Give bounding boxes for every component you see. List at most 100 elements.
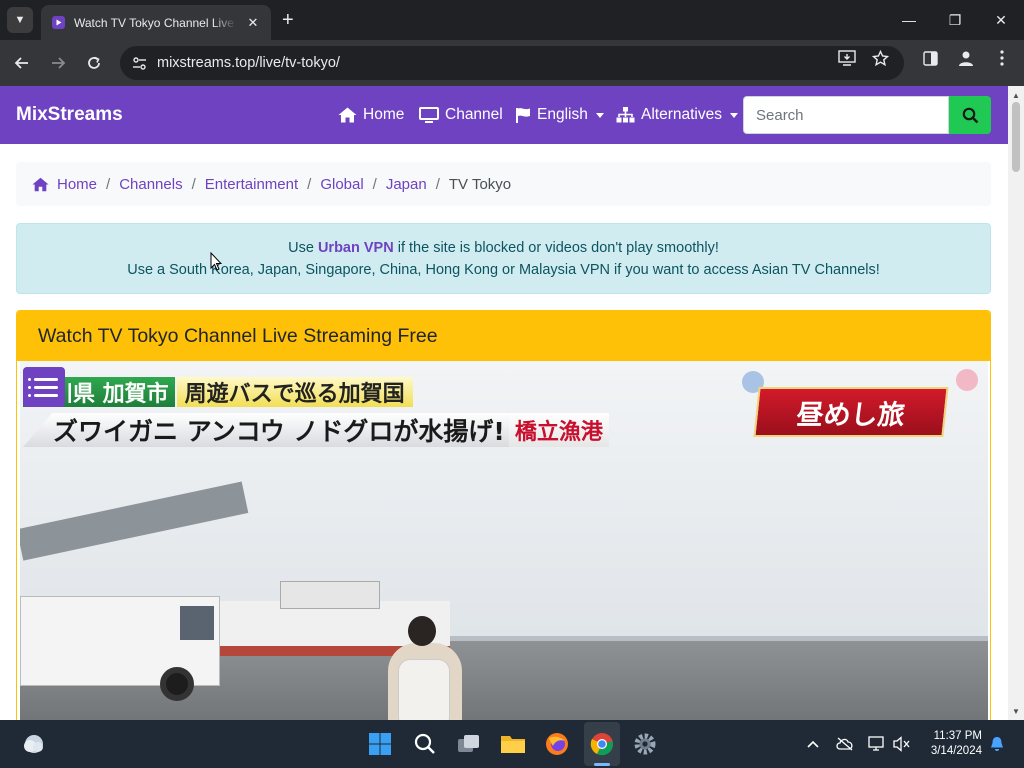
side-panel-icon[interactable] bbox=[921, 49, 939, 67]
hamburger-icon bbox=[28, 393, 58, 397]
video-frame-boat-cabin bbox=[280, 581, 380, 609]
player-card-title: Watch TV Tokyo Channel Live Streaming Fr… bbox=[17, 311, 990, 361]
settings-gear-icon[interactable] bbox=[631, 730, 659, 758]
caption-main: ズワイガニ アンコウ ノドグロが水揚げ! bbox=[23, 413, 509, 447]
video-frame-truck-window bbox=[180, 606, 214, 640]
alert-text: if the site is blocked or videos don't p… bbox=[393, 240, 719, 256]
breadcrumb-separator: / bbox=[435, 175, 440, 193]
windows-taskbar: 11:37 PM 3/14/2024 bbox=[0, 720, 1024, 768]
video-frame-person-head bbox=[408, 616, 436, 646]
file-explorer-icon[interactable] bbox=[499, 730, 527, 758]
nav-language-label: English bbox=[537, 106, 588, 123]
channel-list-menu-button[interactable] bbox=[23, 367, 65, 407]
reload-icon[interactable] bbox=[81, 50, 107, 76]
breadcrumb-separator: / bbox=[191, 175, 196, 193]
breadcrumb-separator: / bbox=[106, 175, 111, 193]
scroll-down-arrow-icon[interactable]: ▼ bbox=[1008, 704, 1024, 718]
flag-icon bbox=[516, 108, 530, 123]
clock-time: 11:37 PM bbox=[933, 730, 982, 742]
network-icon[interactable] bbox=[867, 734, 887, 754]
minimize-button[interactable]: — bbox=[886, 8, 932, 32]
show-logo: 昼めし旅 bbox=[753, 387, 949, 437]
site-settings-icon[interactable] bbox=[131, 55, 147, 71]
install-app-icon[interactable] bbox=[838, 49, 856, 67]
mouse-cursor-icon bbox=[210, 252, 222, 271]
vpn-info-alert: Use Urban VPN if the site is blocked or … bbox=[16, 223, 991, 294]
onedrive-offline-icon[interactable] bbox=[835, 734, 855, 754]
home-icon[interactable] bbox=[32, 177, 49, 192]
breadcrumb-home[interactable]: Home bbox=[57, 176, 97, 193]
windows-start-icon[interactable] bbox=[366, 730, 394, 758]
video-frame-wheel bbox=[160, 667, 194, 701]
tab-close-icon[interactable]: ✕ bbox=[245, 15, 261, 31]
bookmark-star-icon[interactable] bbox=[871, 49, 889, 67]
url-text[interactable]: mixstreams.top/live/tv-tokyo/ bbox=[157, 55, 340, 71]
site-navbar: MixStreams Home Channel English Alternat… bbox=[0, 86, 1008, 144]
page-scrollbar[interactable]: ▲ ▼ bbox=[1008, 86, 1024, 720]
breadcrumb-separator: / bbox=[372, 175, 377, 193]
site-favicon-icon bbox=[51, 16, 65, 30]
tab-search-button[interactable]: ▼ bbox=[7, 7, 33, 33]
alert-text: Use bbox=[288, 240, 318, 256]
page-viewport: MixStreams Home Channel English Alternat… bbox=[0, 86, 1008, 720]
notification-bell-icon[interactable] bbox=[987, 734, 1007, 754]
active-tab[interactable]: Watch TV Tokyo Channel Live Streaming Fr… bbox=[41, 5, 271, 40]
sitemap-icon bbox=[616, 107, 635, 123]
nav-alternatives-label: Alternatives bbox=[641, 106, 722, 123]
chrome-icon[interactable] bbox=[588, 730, 616, 758]
browser-toolbar: mixstreams.top/live/tv-tokyo/ bbox=[0, 40, 1024, 86]
alert-line-2: Use a South Korea, Japan, Singapore, Chi… bbox=[127, 262, 880, 278]
video-player[interactable]: 石川県 加賀市 周遊バスで巡る加賀国 ズワイガニ アンコウ ノドグロが水揚げ! … bbox=[20, 361, 988, 720]
forward-arrow-icon[interactable] bbox=[45, 50, 71, 76]
address-bar[interactable]: mixstreams.top/live/tv-tokyo/ bbox=[120, 46, 904, 80]
profile-avatar-icon[interactable] bbox=[957, 49, 975, 67]
breadcrumb-japan[interactable]: Japan bbox=[386, 176, 427, 193]
scroll-up-arrow-icon[interactable]: ▲ bbox=[1008, 88, 1024, 102]
taskbar-running-indicator bbox=[594, 763, 610, 766]
hamburger-icon bbox=[28, 385, 58, 389]
nav-home-label: Home bbox=[363, 106, 405, 123]
home-icon bbox=[338, 107, 357, 123]
site-search-button[interactable] bbox=[949, 96, 991, 134]
browser-tabstrip: ▼ Watch TV Tokyo Channel Live Streaming … bbox=[0, 0, 1024, 40]
firefox-icon[interactable] bbox=[543, 730, 571, 758]
browser-menu-kebab-icon[interactable] bbox=[993, 49, 1011, 67]
nav-language-dropdown[interactable]: English bbox=[515, 106, 604, 124]
caption-top: 石川県 加賀市 周遊バスで巡る加賀国 bbox=[23, 377, 413, 407]
breadcrumb-entertainment[interactable]: Entertainment bbox=[205, 176, 298, 193]
player-card: Watch TV Tokyo Channel Live Streaming Fr… bbox=[16, 310, 991, 720]
caption-port: 橋立漁港 bbox=[508, 413, 609, 447]
weather-widget-icon[interactable] bbox=[20, 730, 48, 758]
volume-muted-icon[interactable] bbox=[892, 734, 912, 754]
video-frame-backpack bbox=[398, 659, 450, 720]
blossom-decoration-icon bbox=[956, 369, 978, 391]
breadcrumb: Home / Channels / Entertainment / Global… bbox=[16, 162, 991, 206]
search-icon bbox=[962, 107, 978, 123]
breadcrumb-global[interactable]: Global bbox=[320, 176, 363, 193]
task-view-icon[interactable] bbox=[455, 730, 483, 758]
hamburger-icon bbox=[28, 377, 58, 381]
search-icon[interactable] bbox=[411, 730, 439, 758]
nav-alternatives-dropdown[interactable]: Alternatives bbox=[616, 106, 738, 124]
close-window-button[interactable]: ✕ bbox=[978, 8, 1024, 32]
nav-channel-link[interactable]: Channel bbox=[419, 106, 503, 124]
nav-home-link[interactable]: Home bbox=[338, 106, 404, 124]
breadcrumb-current: TV Tokyo bbox=[448, 175, 512, 193]
caption-subtitle: 周遊バスで巡る加賀国 bbox=[176, 377, 413, 407]
scrollbar-thumb[interactable] bbox=[1012, 102, 1020, 172]
site-brand-logo[interactable]: MixStreams bbox=[16, 104, 123, 126]
tray-chevron-up-icon[interactable] bbox=[803, 734, 823, 754]
urban-vpn-link[interactable]: Urban VPN bbox=[318, 240, 394, 256]
back-arrow-icon[interactable] bbox=[9, 50, 35, 76]
breadcrumb-separator: / bbox=[307, 175, 312, 193]
new-tab-plus-icon[interactable]: + bbox=[282, 10, 294, 30]
alert-line-1: Use Urban VPN if the site is blocked or … bbox=[17, 237, 990, 259]
restore-button[interactable]: ❐ bbox=[932, 8, 978, 32]
breadcrumb-channels[interactable]: Channels bbox=[119, 176, 182, 193]
caret-down-icon bbox=[729, 112, 738, 118]
caret-down-icon bbox=[595, 112, 604, 118]
clock-date: 3/14/2024 bbox=[930, 745, 982, 757]
site-search-input[interactable] bbox=[743, 96, 949, 134]
caption-bottom: ズワイガニ アンコウ ノドグロが水揚げ! 橋立漁港 bbox=[23, 413, 609, 447]
taskbar-clock[interactable]: 11:37 PM 3/14/2024 bbox=[918, 729, 982, 759]
